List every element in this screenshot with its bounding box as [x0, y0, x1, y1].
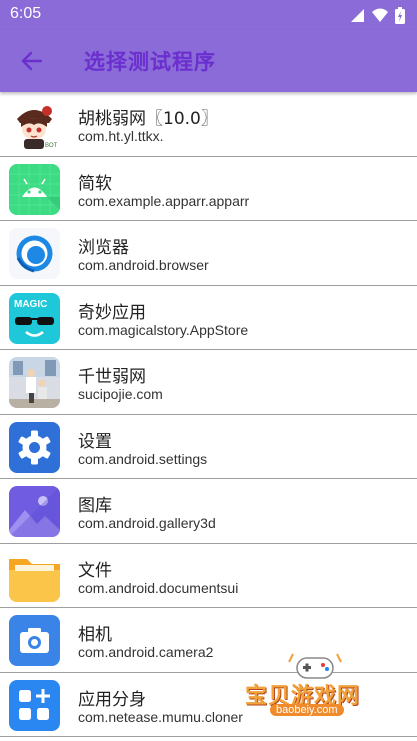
- app-icon-android: [9, 163, 60, 215]
- app-name: 图库: [78, 496, 112, 516]
- hutao-tag: BOT: [45, 143, 58, 149]
- app-row-browser[interactable]: 浏览器 com.android.browser: [0, 221, 417, 286]
- app-row-settings[interactable]: 设置 com.android.settings: [0, 415, 417, 479]
- app-package: com.ht.yl.ttkx.: [78, 128, 164, 144]
- app-row-magic[interactable]: MAGIC 奇妙应用 com.magicalstory.AppStore: [0, 286, 417, 350]
- app-name: 简软: [78, 173, 112, 194]
- app-package: com.android.settings: [78, 450, 208, 467]
- app-package: com.example.apparr.apparr: [78, 192, 250, 209]
- app-icon-cloner: [9, 679, 60, 731]
- app-name: 文件: [78, 560, 112, 581]
- app-row-cloner[interactable]: 应用分身 com.netease.mumu.cloner: [0, 673, 417, 737]
- status-icons: [349, 6, 405, 24]
- app-name: 胡桃弱网〖10.0〗: [78, 109, 218, 129]
- app-icon-qianshi: [9, 357, 60, 408]
- cellular-icon: [351, 9, 364, 22]
- app-name: 应用分身: [78, 689, 146, 710]
- wifi-icon: [372, 8, 388, 22]
- app-bar: 选择测试程序: [0, 30, 417, 92]
- app-package: sucipojie.com: [78, 386, 163, 402]
- app-name: 浏览器: [78, 238, 129, 258]
- app-row-hutao[interactable]: BOT 胡桃弱网〖10.0〗 com.ht.yl.ttkx.: [0, 92, 417, 157]
- app-icon-browser: [9, 228, 60, 279]
- app-name: 相机: [78, 625, 112, 645]
- app-icon-camera: [9, 615, 60, 666]
- app-row-gallery[interactable]: 图库 com.android.gallery3d: [0, 479, 417, 544]
- app-icon-hutao: BOT: [9, 99, 60, 150]
- app-icon-magic: MAGIC: [9, 292, 60, 344]
- app-package: com.android.documentsui: [78, 579, 239, 596]
- app-name: 千世弱网: [78, 367, 146, 387]
- app-package: com.android.gallery3d: [78, 515, 216, 531]
- app-icon-files: [9, 550, 60, 602]
- app-list: BOT 胡桃弱网〖10.0〗 com.ht.yl.ttkx. 简软 com.ex…: [0, 92, 417, 741]
- app-package: com.android.browser: [78, 257, 209, 273]
- app-icon-gallery: [9, 486, 60, 537]
- app-package: com.magicalstory.AppStore: [78, 321, 249, 338]
- app-package: com.android.camera2: [78, 644, 214, 660]
- app-name: 设置: [78, 431, 112, 452]
- page-title: 选择测试程序: [84, 50, 216, 74]
- app-package: com.netease.mumu.cloner: [78, 708, 243, 725]
- app-row-files[interactable]: 文件 com.android.documentsui: [0, 544, 417, 608]
- app-name: 奇妙应用: [78, 302, 146, 323]
- app-row-qianshi[interactable]: 千世弱网 sucipojie.com: [0, 350, 417, 415]
- app-row-jianruan[interactable]: 简软 com.example.apparr.apparr: [0, 157, 417, 221]
- status-bar: 6:05: [0, 0, 417, 30]
- magic-label: MAGIC: [14, 299, 47, 310]
- app-icon-settings: [9, 421, 60, 473]
- battery-icon: [395, 6, 405, 24]
- back-button[interactable]: [14, 44, 50, 78]
- arrow-left-icon: [21, 51, 43, 71]
- app-row-camera[interactable]: 相机 com.android.camera2: [0, 608, 417, 673]
- status-time: 6:05: [10, 5, 42, 22]
